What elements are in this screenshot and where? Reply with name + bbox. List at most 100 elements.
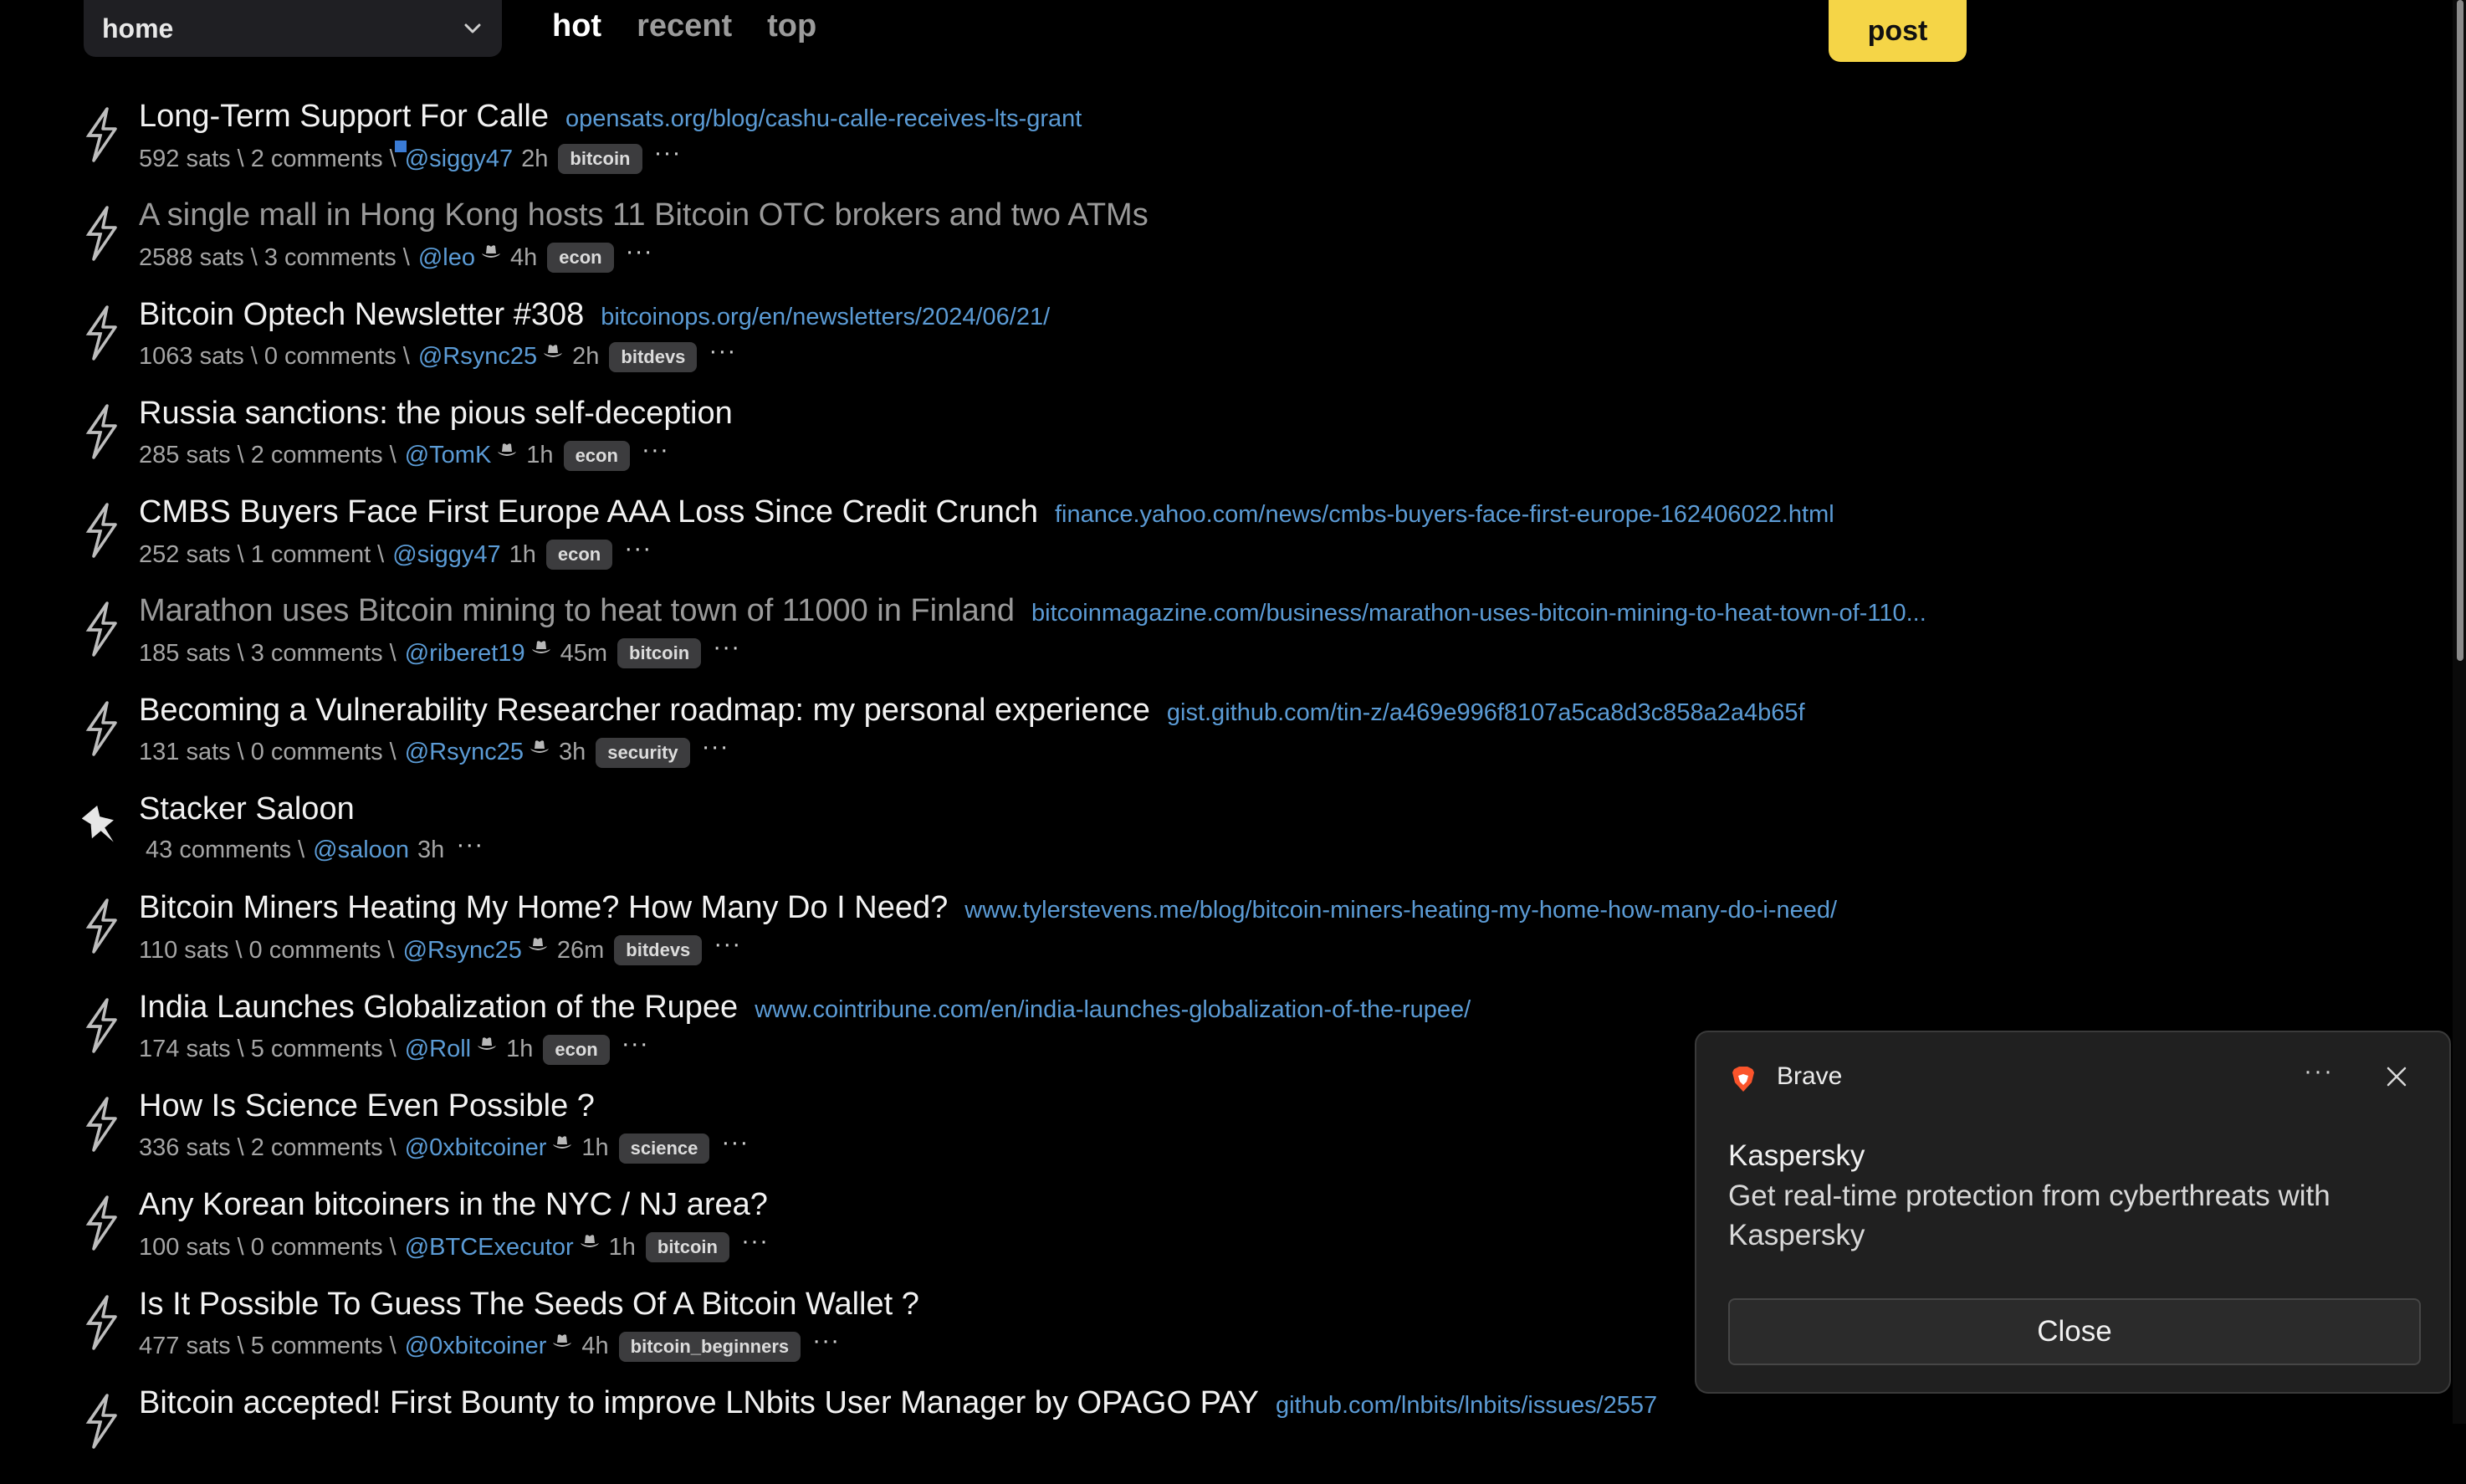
item-age[interactable]: 45m <box>560 640 607 668</box>
item-user[interactable]: @siggy47 <box>405 146 513 173</box>
item-title[interactable]: Bitcoin Miners Heating My Home? How Many… <box>139 890 948 926</box>
lightning-bolt-icon[interactable] <box>82 206 120 262</box>
item-more-button[interactable]: ··· <box>654 139 682 167</box>
item-user[interactable]: @0xbitcoiner <box>405 1134 547 1162</box>
item-title[interactable]: Becoming a Vulnerability Researcher road… <box>139 693 1150 729</box>
notification-more-button[interactable]: ··· <box>2304 1057 2334 1086</box>
item-age[interactable]: 1h <box>581 1134 608 1162</box>
item-more-button[interactable]: ··· <box>713 633 740 662</box>
item-user[interactable]: @Roll <box>405 1036 471 1063</box>
item-user[interactable]: @0xbitcoiner <box>405 1333 547 1360</box>
lightning-bolt-icon[interactable] <box>82 503 120 558</box>
item-sub-badge[interactable]: econ <box>563 440 630 471</box>
item-title[interactable]: Is It Possible To Guess The Seeds Of A B… <box>139 1287 919 1323</box>
item-title[interactable]: Any Korean bitcoiners in the NYC / NJ ar… <box>139 1187 768 1223</box>
item-title[interactable]: Bitcoin Optech Newsletter #308 <box>139 297 584 333</box>
item-age[interactable]: 26m <box>557 937 604 965</box>
lightning-bolt-icon[interactable] <box>82 898 120 954</box>
lightning-bolt-icon[interactable] <box>82 701 120 756</box>
item-title[interactable]: CMBS Buyers Face First Europe AAA Loss S… <box>139 494 1038 530</box>
item-comments[interactable]: 1 comment <box>251 541 371 569</box>
item-url[interactable]: www.tylerstevens.me/blog/bitcoin-miners-… <box>964 897 1837 924</box>
item-comments[interactable]: 0 comments <box>251 739 383 766</box>
item-more-button[interactable]: ··· <box>714 930 741 959</box>
item-more-button[interactable]: ··· <box>624 535 652 563</box>
item-title[interactable]: Long-Term Support For Calle <box>139 99 549 135</box>
item-url[interactable]: gist.github.com/tin-z/a469e996f8107a5ca8… <box>1167 699 1805 727</box>
item-more-button[interactable]: ··· <box>709 337 736 366</box>
tab-hot[interactable]: hot <box>552 8 601 44</box>
territory-select[interactable]: home <box>84 0 502 57</box>
item-more-button[interactable]: ··· <box>622 1030 649 1058</box>
item-more-button[interactable]: ··· <box>456 831 483 859</box>
item-more-button[interactable]: ··· <box>721 1128 749 1157</box>
item-url[interactable]: www.cointribune.com/en/india-launches-gl… <box>755 996 1471 1024</box>
lightning-bolt-icon[interactable] <box>82 404 120 459</box>
item-title[interactable]: Russia sanctions: the pious self-decepti… <box>139 396 733 432</box>
item-user[interactable]: @riberet19 <box>405 640 525 668</box>
item-title[interactable]: India Launches Globalization of the Rupe… <box>139 990 738 1026</box>
item-more-button[interactable]: ··· <box>741 1227 769 1256</box>
item-comments[interactable]: 5 comments <box>251 1036 383 1063</box>
item-sub-badge[interactable]: bitcoin <box>558 144 642 174</box>
item-comments[interactable]: 0 comments <box>251 1234 383 1261</box>
item-more-button[interactable]: ··· <box>626 238 653 266</box>
tab-top[interactable]: top <box>767 8 816 44</box>
item-sub-badge[interactable]: security <box>596 737 690 768</box>
item-url[interactable]: opensats.org/blog/cashu-calle-receives-l… <box>565 105 1082 133</box>
item-more-button[interactable]: ··· <box>642 436 669 464</box>
item-sub-badge[interactable]: science <box>618 1133 710 1164</box>
item-age[interactable]: 3h <box>417 837 444 864</box>
item-user[interactable]: @saloon <box>313 837 409 864</box>
lightning-bolt-icon[interactable] <box>82 1294 120 1350</box>
item-comments[interactable]: 2 comments <box>251 146 383 173</box>
item-age[interactable]: 1h <box>506 1036 533 1063</box>
item-user[interactable]: @siggy47 <box>392 541 500 569</box>
item-user[interactable]: @TomK <box>405 442 492 469</box>
lightning-bolt-icon[interactable] <box>82 1195 120 1251</box>
item-comments[interactable]: 3 comments <box>264 244 397 272</box>
item-user[interactable]: @Rsync25 <box>418 343 537 371</box>
item-sub-badge[interactable]: bitdevs <box>614 935 703 966</box>
item-sub-badge[interactable]: econ <box>545 540 613 571</box>
post-button[interactable]: post <box>1829 0 1967 62</box>
item-comments[interactable]: 43 comments <box>146 837 291 864</box>
item-sub-badge[interactable]: bitdevs <box>609 341 698 372</box>
lightning-bolt-icon[interactable] <box>82 997 120 1053</box>
item-title[interactable]: A single mall in Hong Kong hosts 11 Bitc… <box>139 197 1149 233</box>
item-comments[interactable]: 2 comments <box>251 442 383 469</box>
item-sub-badge[interactable]: econ <box>543 1034 610 1065</box>
item-age[interactable]: 1h <box>526 442 553 469</box>
item-user[interactable]: @leo <box>418 244 475 272</box>
lightning-bolt-icon[interactable] <box>82 1394 120 1449</box>
item-title[interactable]: How Is Science Even Possible ? <box>139 1088 595 1124</box>
notification-close-button[interactable]: Close <box>1728 1298 2421 1365</box>
item-url[interactable]: finance.yahoo.com/news/cmbs-buyers-face-… <box>1055 501 1834 529</box>
item-user[interactable]: @BTCExecutor <box>405 1234 574 1261</box>
item-sub-badge[interactable]: bitcoin <box>617 638 702 669</box>
item-comments[interactable]: 5 comments <box>251 1333 383 1360</box>
item-user[interactable]: @Rsync25 <box>405 739 524 766</box>
item-comments[interactable]: 2 comments <box>251 1134 383 1162</box>
item-age[interactable]: 1h <box>509 541 536 569</box>
lightning-bolt-icon[interactable] <box>82 304 120 361</box>
item-age[interactable]: 4h <box>510 244 537 272</box>
item-sub-badge[interactable]: bitcoin <box>645 1232 729 1263</box>
item-age[interactable]: 2h <box>521 146 548 173</box>
item-age[interactable]: 4h <box>581 1333 608 1360</box>
close-icon[interactable] <box>2384 1064 2409 1089</box>
item-user[interactable]: @Rsync25 <box>403 937 522 965</box>
scrollbar-thumb[interactable] <box>2457 0 2463 661</box>
item-url[interactable]: bitcoinops.org/en/newsletters/2024/06/21… <box>601 304 1050 331</box>
item-more-button[interactable]: ··· <box>812 1327 840 1355</box>
item-age[interactable]: 3h <box>559 739 586 766</box>
item-sub-badge[interactable]: bitcoin_beginners <box>618 1331 801 1362</box>
item-title[interactable]: Stacker Saloon <box>139 791 355 827</box>
item-comments[interactable]: 0 comments <box>264 343 397 371</box>
item-comments[interactable]: 3 comments <box>251 640 383 668</box>
item-age[interactable]: 1h <box>609 1234 636 1261</box>
item-comments[interactable]: 0 comments <box>249 937 381 965</box>
item-title[interactable]: Marathon uses Bitcoin mining to heat tow… <box>139 593 1015 629</box>
lightning-bolt-icon[interactable] <box>82 601 120 658</box>
lightning-bolt-icon[interactable] <box>82 1097 120 1152</box>
